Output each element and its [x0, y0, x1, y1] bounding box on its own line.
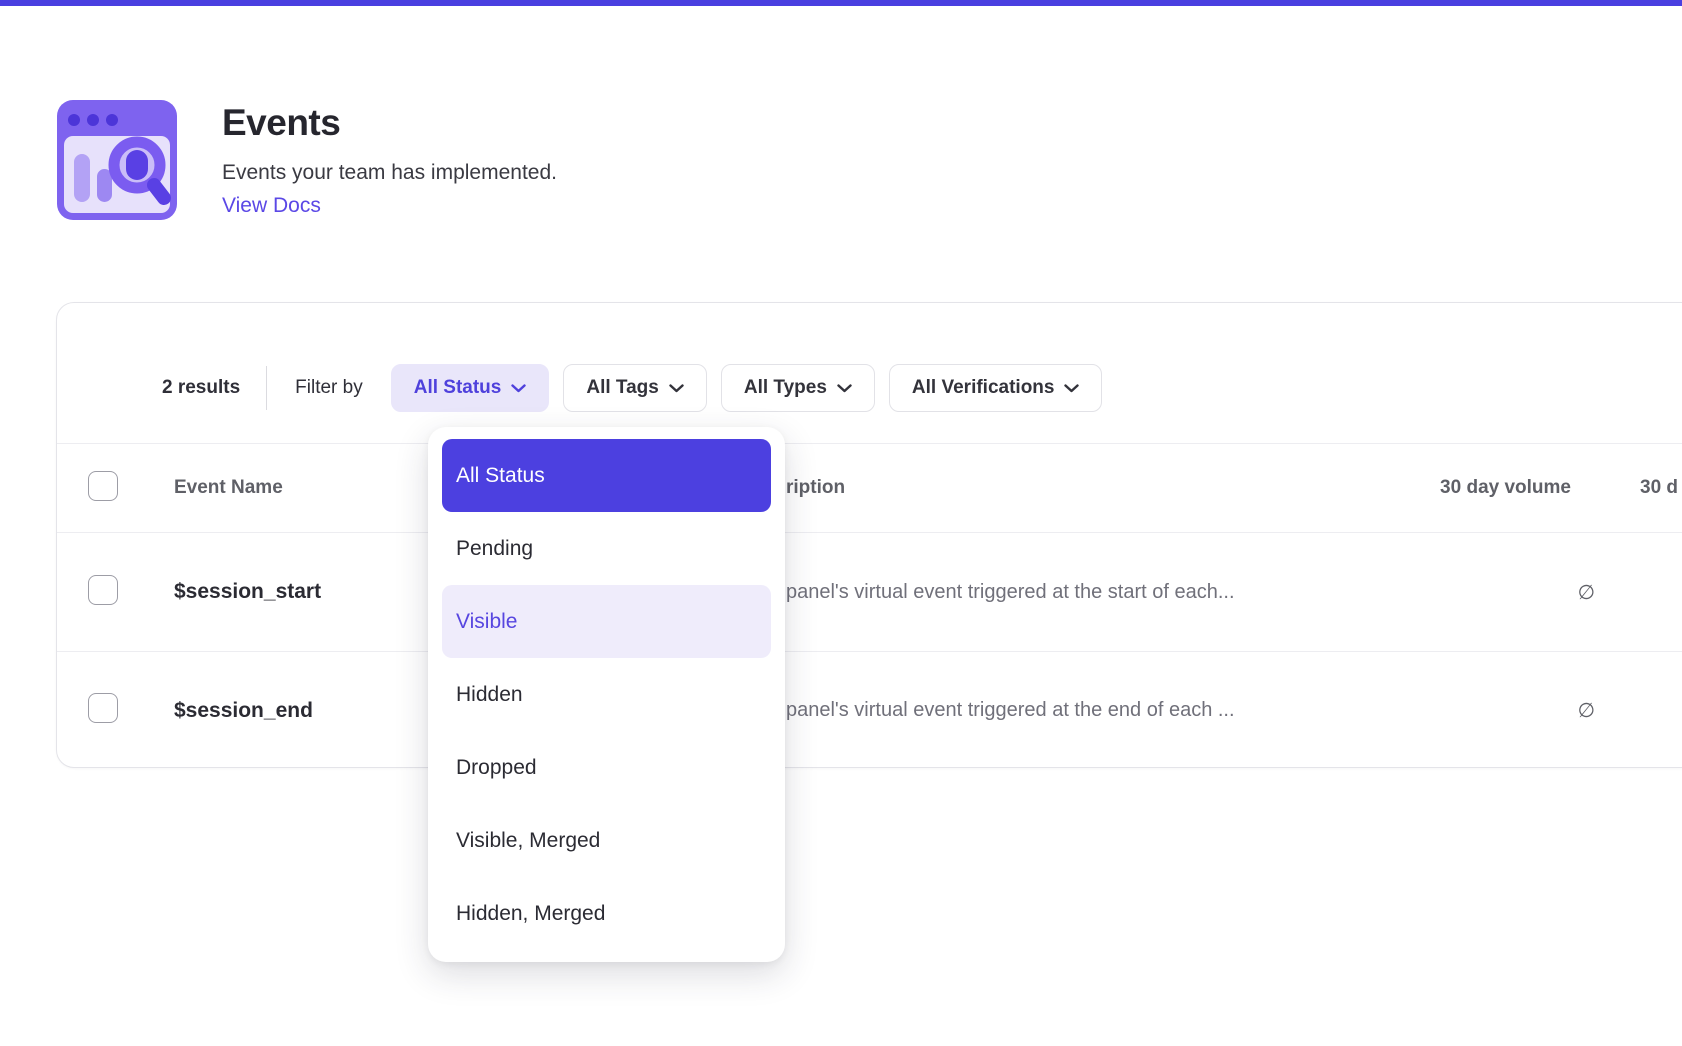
page-subtitle: Events your team has implemented. [222, 161, 557, 185]
filter-tags-label: All Tags [586, 377, 659, 399]
column-header-30-day-volume: 30 day volume [1338, 477, 1597, 499]
column-header-description: ription [786, 477, 1338, 499]
browser-bar-chart-magnifier-icon [57, 100, 177, 220]
chevron-down-icon [511, 384, 526, 393]
table-row[interactable]: $session_end panel's virtual event trigg… [57, 651, 1682, 769]
events-table-card: 2 results Filter by All Status All Tags … [56, 302, 1682, 768]
toolbar-divider [266, 366, 267, 410]
menu-item-hidden[interactable]: Hidden [442, 658, 771, 731]
chevron-down-icon [669, 384, 684, 393]
filter-verifications-label: All Verifications [912, 377, 1055, 399]
row-checkbox[interactable] [88, 693, 118, 723]
events-lexicon-page: Events Events your team has implemented.… [0, 0, 1682, 1046]
filter-status-label: All Status [414, 377, 502, 399]
menu-item-dropped[interactable]: Dropped [442, 731, 771, 804]
table-header-row: Event Name ription 30 day volume 30 d [57, 443, 1682, 533]
chevron-down-icon [1064, 384, 1079, 393]
table-row[interactable]: $session_start panel's virtual event tri… [57, 533, 1682, 651]
event-description: panel's virtual event triggered at the e… [786, 699, 1338, 722]
menu-item-visible[interactable]: Visible [442, 585, 771, 658]
menu-item-all-status[interactable]: All Status [442, 439, 771, 512]
filter-tags-button[interactable]: All Tags [563, 364, 707, 412]
header-text: Events Events your team has implemented.… [222, 100, 557, 220]
filter-status-button[interactable]: All Status [391, 364, 550, 412]
row-checkbox[interactable] [88, 575, 118, 605]
menu-item-visible-merged[interactable]: Visible, Merged [442, 804, 771, 877]
filter-types-label: All Types [744, 377, 827, 399]
menu-item-hidden-merged[interactable]: Hidden, Merged [442, 877, 771, 950]
page-header: Events Events your team has implemented.… [57, 100, 557, 220]
event-description: panel's virtual event triggered at the s… [786, 581, 1338, 604]
column-header-30-day-users: 30 d [1597, 477, 1682, 499]
view-docs-link[interactable]: View Docs [222, 194, 321, 218]
event-30-day-volume: ∅ [1338, 580, 1597, 605]
top-accent-bar [0, 0, 1682, 6]
page-title: Events [222, 102, 557, 144]
results-count: 2 results [162, 377, 240, 399]
status-dropdown-menu: All Status Pending Visible Hidden Droppe… [428, 427, 785, 962]
filter-toolbar: 2 results Filter by All Status All Tags … [57, 303, 1682, 443]
filter-types-button[interactable]: All Types [721, 364, 875, 412]
filter-verifications-button[interactable]: All Verifications [889, 364, 1103, 412]
event-30-day-volume: ∅ [1338, 698, 1597, 723]
menu-item-pending[interactable]: Pending [442, 512, 771, 585]
events-app-icon [57, 100, 177, 220]
select-all-checkbox[interactable] [88, 471, 118, 501]
chevron-down-icon [837, 384, 852, 393]
filter-by-label: Filter by [295, 377, 363, 399]
